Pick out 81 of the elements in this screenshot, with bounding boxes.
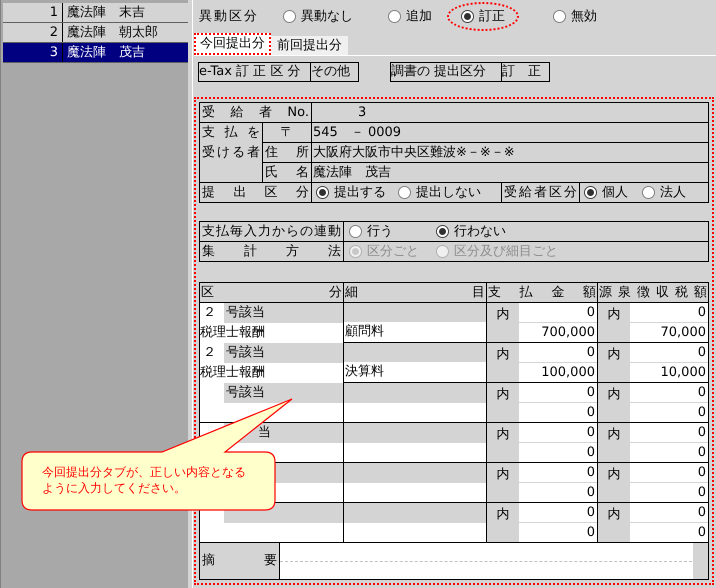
row-number: 2 xyxy=(3,23,63,42)
field-value: 訂 正 xyxy=(502,63,542,81)
amount-field[interactable]: 0 xyxy=(519,523,597,543)
amount-field[interactable]: 0 xyxy=(519,443,597,463)
amount-field[interactable]: 0 xyxy=(519,423,597,443)
amount-field[interactable]: 100,000 xyxy=(519,363,597,383)
field-label: 支払を 受ける者 xyxy=(200,123,263,183)
summary-field[interactable] xyxy=(280,543,709,580)
field-label: 調書の 提出区分 xyxy=(391,63,502,81)
amount-field[interactable]: 700,000 xyxy=(519,323,597,343)
amount-field[interactable]: 0 xyxy=(519,343,597,363)
employee-row[interactable]: 3 魔法陣 茂吉 xyxy=(3,43,188,63)
radio-option[interactable]: 追加 xyxy=(374,2,446,32)
radio-option[interactable]: 異動なし xyxy=(269,2,367,32)
radio-option[interactable]: 法人 xyxy=(642,182,686,202)
item-field[interactable] xyxy=(344,482,486,502)
amount-field[interactable]: 0 xyxy=(630,303,708,323)
amount-field[interactable]: 70,000 xyxy=(630,323,708,343)
column-header: 区分 xyxy=(200,283,344,303)
field-value: 3 xyxy=(312,103,709,123)
field-value: その他 xyxy=(311,63,351,81)
amount-field[interactable]: 0 xyxy=(630,443,708,463)
amount-field[interactable]: 0 xyxy=(519,483,597,503)
radio-option[interactable]: 提出しない xyxy=(398,182,481,202)
employee-row[interactable]: 1 魔法陣 末吉 xyxy=(3,3,188,23)
item-field[interactable] xyxy=(344,442,486,462)
field-label: 氏名 xyxy=(263,163,312,183)
column-header: 細目 xyxy=(344,283,487,303)
change-type-label: 異動区分 xyxy=(199,8,260,26)
amount-field[interactable]: 0 xyxy=(630,403,708,423)
field-label: 支払毎入力からの連動 xyxy=(200,222,344,242)
amount-field[interactable]: 0 xyxy=(630,423,708,443)
amount-field[interactable]: 0 xyxy=(630,523,708,543)
employee-row[interactable]: 2 魔法陣 朝太郎 xyxy=(3,23,188,43)
item-field[interactable] xyxy=(344,522,486,542)
amount-field[interactable]: 10,000 xyxy=(630,363,708,383)
field-label: e-Tax 訂 正 区 分 xyxy=(199,63,311,81)
field-label: 提出区分 xyxy=(200,183,312,203)
item-field[interactable]: 決算料 xyxy=(344,362,486,382)
scrollbar[interactable] xyxy=(693,543,708,579)
radio-option[interactable]: 無効 xyxy=(539,2,611,32)
field-label: 受給者No. xyxy=(200,103,312,123)
category-detail-field[interactable]: 税理士報酬 xyxy=(200,323,343,343)
employee-name: 魔法陣 茂吉 xyxy=(66,44,146,62)
radio-option[interactable]: 行わない xyxy=(436,222,506,242)
amount-field[interactable]: 0 xyxy=(519,383,597,403)
field-value: 545 － 0009 xyxy=(312,123,709,143)
amount-field[interactable]: 0 xyxy=(630,503,708,523)
employee-name: 魔法陣 末吉 xyxy=(66,4,146,22)
field-label: 〒 xyxy=(263,123,312,143)
field-label: 集計方法 xyxy=(200,242,344,262)
category-detail-field[interactable]: 税理士報酬 xyxy=(200,363,343,383)
radio-option[interactable]: 提出する xyxy=(316,182,386,202)
row-number: 1 xyxy=(3,3,63,22)
amount-field[interactable]: 0 xyxy=(630,463,708,483)
category-detail-field[interactable] xyxy=(200,522,343,542)
column-header: 支払金額 xyxy=(487,283,598,303)
tab[interactable]: 今回提出分 xyxy=(194,33,271,55)
row-number: 3 xyxy=(3,43,63,62)
field-value: 大阪府大阪市中央区難波※－※－※ xyxy=(312,143,709,163)
amount-field[interactable]: 0 xyxy=(630,483,708,503)
item-field[interactable] xyxy=(344,402,486,422)
amount-field[interactable]: 0 xyxy=(519,303,597,323)
amount-field[interactable]: 0 xyxy=(519,403,597,423)
field-label: 摘要 xyxy=(200,543,280,580)
radio-option[interactable]: 行う xyxy=(349,222,393,242)
item-field[interactable]: 顧問料 xyxy=(344,322,486,342)
callout-text: 今回提出分タブが、正しい内容となるように入力してください。 xyxy=(42,464,247,496)
field-label: 受給者区分 xyxy=(502,183,580,203)
number-field[interactable]: ２ xyxy=(200,343,224,363)
radio-option[interactable]: 個人 xyxy=(584,182,628,202)
number-field[interactable]: ２ xyxy=(200,303,224,323)
tab[interactable]: 前回提出分 xyxy=(271,36,348,55)
employee-name: 魔法陣 朝太郎 xyxy=(66,24,159,42)
field-label: 住所 xyxy=(263,143,312,163)
column-header: 源泉徴収税額 xyxy=(598,283,709,303)
amount-field[interactable]: 0 xyxy=(519,503,597,523)
amount-field[interactable]: 0 xyxy=(630,383,708,403)
amount-field[interactable]: 0 xyxy=(630,343,708,363)
radio-option[interactable]: 訂正 xyxy=(447,2,519,32)
amount-field[interactable]: 0 xyxy=(519,463,597,483)
